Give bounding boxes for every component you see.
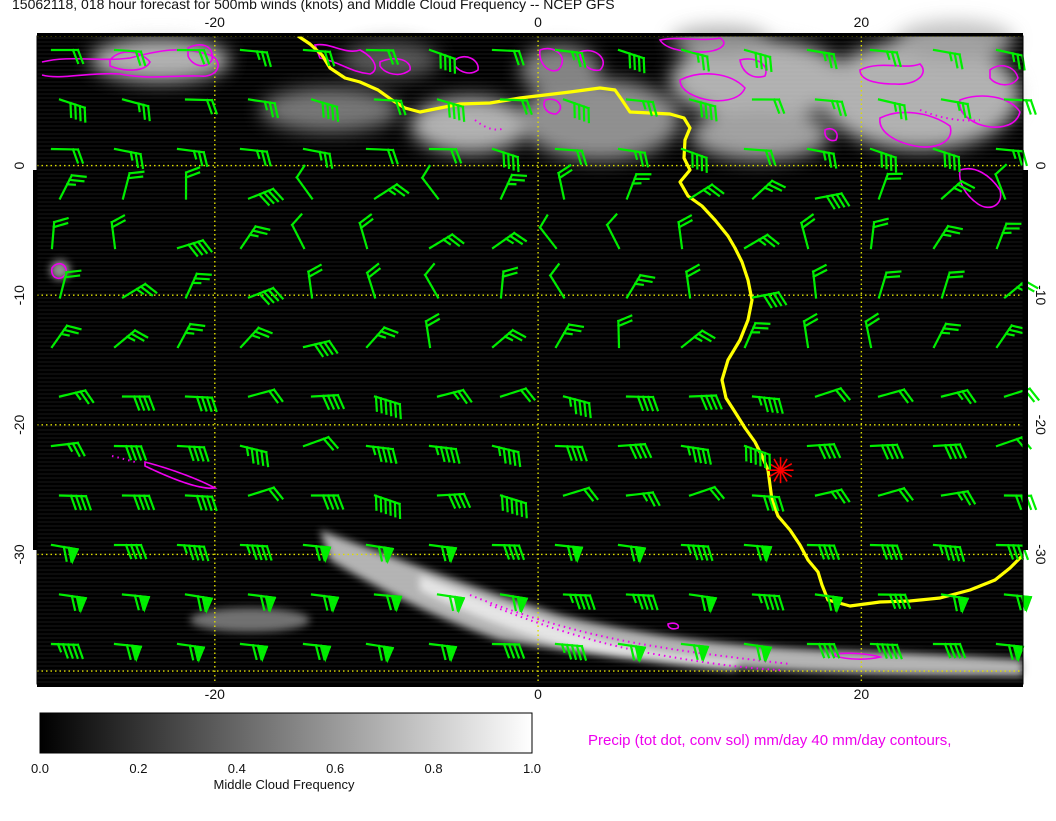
right-axis-bar xyxy=(1023,170,1028,550)
left-tick-label: -20 xyxy=(11,414,27,434)
cloud-patch xyxy=(410,97,530,153)
right-tick-label: -30 xyxy=(1033,544,1049,564)
colorbar-label: Middle Cloud Frequency xyxy=(214,777,355,792)
right-tick-label: -10 xyxy=(1033,285,1049,305)
top-tick-label: 20 xyxy=(854,14,870,30)
left-tick-label: -10 xyxy=(11,285,27,305)
bottom-tick-label: 0 xyxy=(534,686,542,702)
barb-feather xyxy=(1031,496,1036,509)
figure-canvas: 15062118, 018 hour forecast for 500mb wi… xyxy=(0,0,1056,816)
bottom-axis-bar xyxy=(37,684,1023,687)
top-tick-label: 0 xyxy=(534,14,542,30)
colorbar-tick-label: 0.4 xyxy=(228,761,246,776)
cloud-patch xyxy=(520,45,600,95)
colorbar: 0.0 0.2 0.4 0.6 0.8 1.0 Middle Cloud Frequenc… xyxy=(31,713,541,792)
figure-title: 15062118, 018 hour forecast for 500mb wi… xyxy=(12,0,615,12)
weather-map-figure: 15062118, 018 hour forecast for 500mb wi… xyxy=(0,0,1056,816)
colorbar-tick-label: 0.8 xyxy=(425,761,443,776)
top-axis-bar xyxy=(37,33,1023,36)
precip-caption: Precip (tot dot, conv sol) mm/day 40 mm/… xyxy=(588,732,951,749)
colorbar-tick-label: 0.2 xyxy=(129,761,147,776)
colorbar-tick-labels: 0.0 0.2 0.4 0.6 0.8 1.0 xyxy=(31,761,541,776)
cloud-patch xyxy=(190,608,310,632)
bottom-tick-label: -20 xyxy=(205,686,225,702)
barb-feather xyxy=(1031,100,1036,113)
colorbar-tick-label: 1.0 xyxy=(523,761,541,776)
barb-feather xyxy=(1026,100,1031,113)
map-panel xyxy=(37,20,1038,684)
top-tick-label: -20 xyxy=(205,14,225,30)
cloud-patch xyxy=(820,40,1020,150)
colorbar-tick-label: 0.0 xyxy=(31,761,49,776)
right-tick-label: -20 xyxy=(1033,415,1049,435)
colorbar-gradient xyxy=(40,713,532,753)
left-axis-bar xyxy=(33,170,37,550)
colorbar-tick-label: 0.6 xyxy=(326,761,344,776)
cloud-patch xyxy=(260,88,400,132)
bottom-tick-label: 20 xyxy=(854,686,870,702)
right-tick-label: 0 xyxy=(1033,162,1049,170)
left-tick-label: 0 xyxy=(11,161,27,169)
left-tick-label: -30 xyxy=(11,544,27,564)
